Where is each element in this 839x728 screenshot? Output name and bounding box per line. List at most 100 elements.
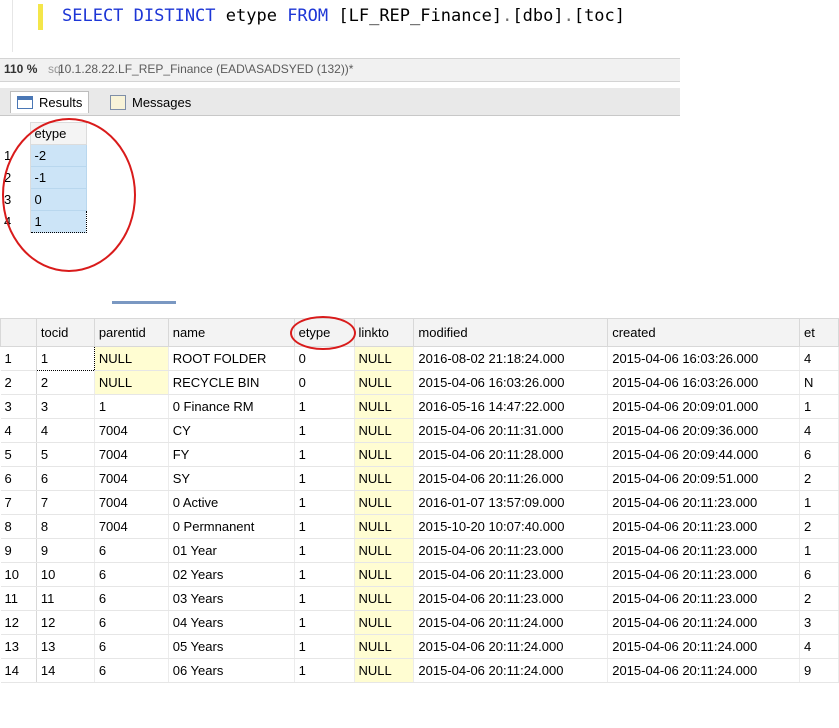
cell-tocid[interactable]: 14	[36, 658, 95, 683]
cell-parentid[interactable]: 7004	[94, 514, 169, 539]
cell-name[interactable]: 02 Years	[168, 562, 295, 587]
cell-linkto[interactable]: NULL	[354, 490, 415, 515]
table-row[interactable]: 12 12 6 04 Years 1 NULL 2015-04-06 20:11:24.00…	[0, 610, 839, 635]
cell-linkto[interactable]: NULL	[354, 634, 415, 659]
cell-tocid[interactable]: 3	[36, 394, 95, 419]
table-row[interactable]: 4 4 7004 CY 1 NULL 2015-04-06 20:11:31.000 2015…	[0, 418, 839, 443]
cell-linkto[interactable]: NULL	[354, 370, 415, 395]
cell-tocid[interactable]: 5	[36, 442, 95, 467]
zoom-level[interactable]: 110 %	[4, 62, 37, 76]
cell-modified[interactable]: 2015-04-06 20:11:23.000	[413, 538, 609, 563]
cell-linkto[interactable]: NULL	[354, 346, 415, 371]
cell-tocid[interactable]: 12	[36, 610, 95, 635]
cell-etype[interactable]: 1	[294, 610, 355, 635]
cell-et[interactable]: 4	[799, 634, 839, 659]
cell-etype[interactable]: 1	[294, 442, 355, 467]
cell-created[interactable]: 2015-04-06 20:11:23.000	[607, 514, 801, 539]
table-row[interactable]: 6 6 7004 SY 1 NULL 2015-04-06 20:11:26.000 2015…	[0, 466, 839, 491]
cell-created[interactable]: 2015-04-06 20:11:23.000	[607, 562, 801, 587]
cell-parentid[interactable]: 6	[94, 610, 169, 635]
cell-name[interactable]: 03 Years	[168, 586, 295, 611]
cell-name[interactable]: 01 Year	[168, 538, 295, 563]
cell-linkto[interactable]: NULL	[354, 394, 415, 419]
cell-created[interactable]: 2015-04-06 20:09:36.000	[607, 418, 801, 443]
cell-linkto[interactable]: NULL	[354, 418, 415, 443]
cell-name[interactable]: SY	[168, 466, 295, 491]
table-row[interactable]: 10 10 6 02 Years 1 NULL 2015-04-06 20:11:23.00…	[0, 562, 839, 587]
cell-name[interactable]: ROOT FOLDER	[168, 346, 295, 371]
cell-etype[interactable]: 1	[294, 394, 355, 419]
cell-linkto[interactable]: NULL	[354, 658, 415, 683]
cell-linkto[interactable]: NULL	[354, 562, 415, 587]
cell-created[interactable]: 2015-04-06 16:03:26.000	[607, 346, 801, 371]
cell-et[interactable]: N	[799, 370, 839, 395]
cell-parentid[interactable]: 6	[94, 538, 169, 563]
table-row[interactable]: 2 2 NULL RECYCLE BIN 0 NULL 2015-04-06 16:03:2…	[0, 370, 839, 395]
cell-parentid[interactable]: NULL	[94, 346, 169, 371]
cell-modified[interactable]: 2015-04-06 16:03:26.000	[413, 370, 609, 395]
cell-modified[interactable]: 2015-10-20 10:07:40.000	[413, 514, 609, 539]
cell-name[interactable]: 04 Years	[168, 610, 295, 635]
cell-parentid[interactable]: 6	[94, 586, 169, 611]
cell-tocid[interactable]: 11	[36, 586, 95, 611]
cell-modified[interactable]: 2015-04-06 20:11:24.000	[413, 658, 609, 683]
cell-tocid[interactable]: 10	[36, 562, 95, 587]
cell-created[interactable]: 2015-04-06 20:11:23.000	[607, 490, 801, 515]
table-row[interactable]: 1 1 NULL ROOT FOLDER 0 NULL 2016-08-02 21:18:2…	[0, 346, 839, 371]
cell-created[interactable]: 2015-04-06 20:11:23.000	[607, 586, 801, 611]
table-row[interactable]: 13 13 6 05 Years 1 NULL 2015-04-06 20:11:24.00…	[0, 634, 839, 659]
table-row[interactable]: 5 5 7004 FY 1 NULL 2015-04-06 20:11:28.000 2015…	[0, 442, 839, 467]
cell-name[interactable]: RECYCLE BIN	[168, 370, 295, 395]
column-header[interactable]: modified	[413, 318, 609, 347]
cell-name[interactable]: 0 Permnanent	[168, 514, 295, 539]
cell-created[interactable]: 2015-04-06 20:09:44.000	[607, 442, 801, 467]
cell-linkto[interactable]: NULL	[354, 514, 415, 539]
table-row[interactable]: 9 9 6 01 Year 1 NULL 2015-04-06 20:11:23.000 20…	[0, 538, 839, 563]
cell-parentid[interactable]: 1	[94, 394, 169, 419]
cell-tocid[interactable]: 8	[36, 514, 95, 539]
cell-et[interactable]: 2	[799, 586, 839, 611]
cell-tocid[interactable]: 6	[36, 466, 95, 491]
table-row[interactable]: 7 7 7004 0 Active 1 NULL 2016-01-07 13:57:09.0…	[0, 490, 839, 515]
cell-et[interactable]: 1	[799, 394, 839, 419]
cell-linkto[interactable]: NULL	[354, 610, 415, 635]
cell-modified[interactable]: 2016-05-16 14:47:22.000	[413, 394, 609, 419]
cell-et[interactable]: 4	[799, 346, 839, 371]
cell-name[interactable]: 0 Finance RM	[168, 394, 295, 419]
cell-name[interactable]: 06 Years	[168, 658, 295, 683]
cell-modified[interactable]: 2015-04-06 20:11:23.000	[413, 586, 609, 611]
cell-etype[interactable]: 1	[294, 538, 355, 563]
cell-et[interactable]: 1	[799, 538, 839, 563]
cell-etype[interactable]: 1	[294, 586, 355, 611]
cell-etype[interactable]: 1	[294, 490, 355, 515]
cell-etype[interactable]: 0	[294, 346, 355, 371]
sql-statement[interactable]: SELECT DISTINCT etype FROM [LF_REP_Finan…	[62, 6, 625, 26]
cell-et[interactable]: 9	[799, 658, 839, 683]
cell-et[interactable]: 2	[799, 514, 839, 539]
column-header[interactable]: tocid	[35, 318, 95, 347]
cell-etype[interactable]: 1	[294, 466, 355, 491]
cell-modified[interactable]: 2015-04-06 20:11:24.000	[413, 634, 609, 659]
cell-parentid[interactable]: 7004	[94, 442, 169, 467]
cell-etype[interactable]: 1	[294, 562, 355, 587]
cell-modified[interactable]: 2015-04-06 20:11:28.000	[413, 442, 609, 467]
cell-modified[interactable]: 2015-04-06 20:11:26.000	[413, 466, 609, 491]
cell-tocid[interactable]: 1	[35, 346, 95, 371]
cell-et[interactable]: 6	[799, 562, 839, 587]
splitter-handle[interactable]	[112, 301, 176, 304]
cell-parentid[interactable]: 6	[94, 658, 169, 683]
cell-tocid[interactable]: 4	[36, 418, 95, 443]
column-header[interactable]: et	[799, 318, 839, 347]
cell-modified[interactable]: 2016-08-02 21:18:24.000	[413, 346, 609, 371]
cell-et[interactable]: 4	[799, 418, 839, 443]
query-editor[interactable]: SELECT DISTINCT etype FROM [LF_REP_Finan…	[0, 0, 839, 52]
cell-name[interactable]: CY	[168, 418, 295, 443]
column-header[interactable]: created	[607, 318, 801, 347]
cell-etype[interactable]: 1	[294, 658, 355, 683]
cell-etype[interactable]: 1	[294, 418, 355, 443]
cell-parentid[interactable]: 7004	[94, 490, 169, 515]
cell-name[interactable]: 05 Years	[168, 634, 295, 659]
cell-modified[interactable]: 2016-01-07 13:57:09.000	[413, 490, 609, 515]
table-row[interactable]: 11 11 6 03 Years 1 NULL 2015-04-06 20:11:23.00…	[0, 586, 839, 611]
bottom-results-grid[interactable]: tocid parentid name etype linkto modifie…	[0, 318, 839, 683]
